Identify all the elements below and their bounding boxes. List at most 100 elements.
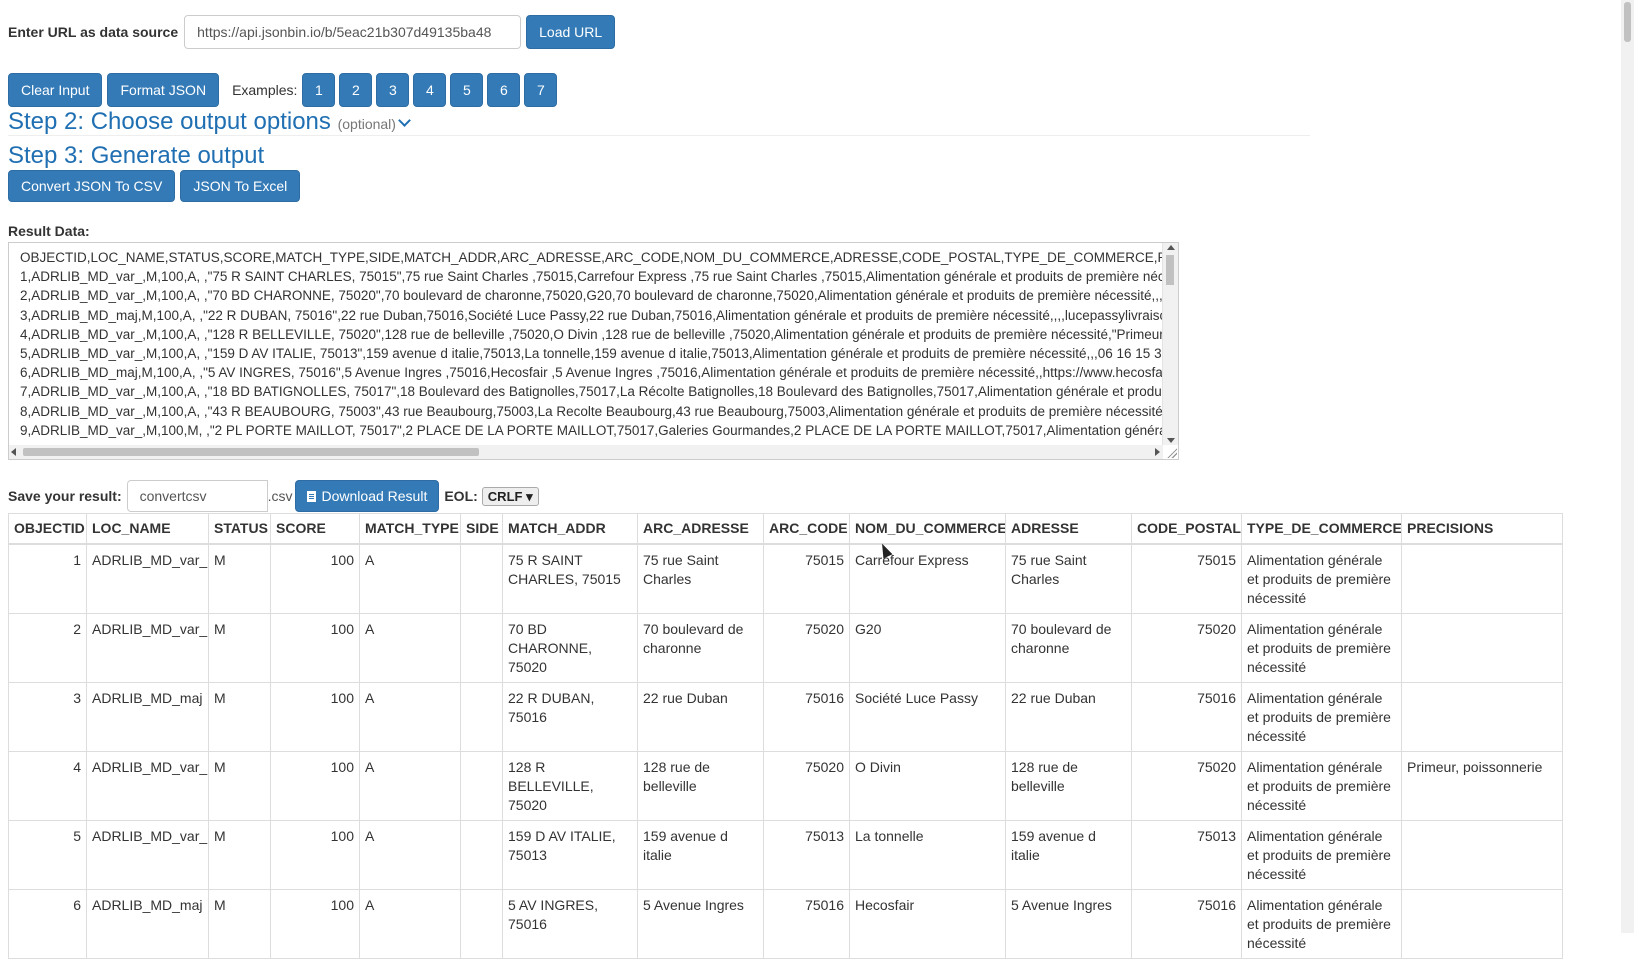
table-cell: ADRLIB_MD_var_ [86,819,209,890]
table-cell [460,612,503,683]
scroll-left-arrow-icon[interactable] [11,448,16,456]
eol-label: EOL: [444,488,478,504]
table-row: 1 ADRLIB_MD_var_ M 100 A 75 R SAINT CHARLES, … [8,543,1563,614]
table-cell [1401,612,1563,683]
table-cell: ADRLIB_MD_maj [86,888,209,959]
examples-label: Examples: [232,82,298,98]
download-result-button[interactable]: Download Result [294,480,440,512]
table-cell: 5 [8,819,87,890]
table-cell: 75013 [763,819,850,890]
column-header: SIDE [460,513,503,545]
page-vertical-scroll-thumb[interactable] [1624,2,1631,42]
table-cell: 3 [8,681,87,752]
table-cell: 75020 [763,750,850,821]
column-header: TYPE_DE_COMMERCE [1241,513,1402,545]
save-result-row: Save your result: convertcsv .csv Downlo… [8,480,539,512]
filename-input[interactable]: convertcsv [126,480,268,512]
table-cell: 100 [270,750,360,821]
file-icon [306,490,316,502]
download-result-label: Download Result [321,488,428,504]
table-cell: 75 R SAINT CHARLES, 75015 [502,543,638,614]
example-button-7[interactable]: 7 [524,73,558,107]
column-header: LOC_NAME [86,513,209,545]
table-cell: 159 D AV ITALIE, 75013 [502,819,638,890]
table-cell [460,750,503,821]
table-header-row: OBJECTID LOC_NAME STATUS SCORE MATCH_TYP… [8,513,1563,545]
scroll-up-arrow-icon[interactable] [1167,245,1175,250]
table-cell: La tonnelle [849,819,1006,890]
table-cell: Alimentation générale et produits de pre… [1241,819,1402,890]
column-header: SCORE [270,513,360,545]
table-cell [460,543,503,614]
table-cell [1401,888,1563,959]
generate-toolbar: Convert JSON To CSV JSON To Excel [8,170,305,202]
format-json-button[interactable]: Format JSON [107,73,220,107]
example-button-1[interactable]: 1 [302,73,336,107]
table-cell: A [359,681,461,752]
table-cell [1401,819,1563,890]
table-cell: 70 boulevard de charonne [637,612,764,683]
example-button-3[interactable]: 3 [376,73,410,107]
table-cell: 159 avenue d italie [637,819,764,890]
table-row: 4 ADRLIB_MD_var_ M 100 A 128 R BELLEVILLE, 75… [8,750,1563,821]
column-header: CODE_POSTAL [1131,513,1242,545]
table-cell: Alimentation générale et produits de pre… [1241,750,1402,821]
result-line: 1,ADRLIB_MD_var_,M,100,A, ,"75 R SAINT C… [20,269,1162,285]
table-cell [460,888,503,959]
result-horizontal-scrollbar[interactable] [9,445,1163,459]
step-divider [8,135,1310,136]
file-extension: .csv [267,488,293,504]
step2-heading[interactable]: Step 2: Choose output options (optional) [8,108,411,136]
table-cell: 5 AV INGRES, 75016 [502,888,638,959]
table-cell: Carrefour Express [849,543,1006,614]
eol-select[interactable]: CRLF ▾ [481,486,539,506]
result-line: 9,ADRLIB_MD_var_,M,100,M, ,"2 PL PORTE M… [20,422,1162,438]
table-cell: 22 rue Duban [1005,681,1132,752]
convert-json-to-csv-button[interactable]: Convert JSON To CSV [8,170,176,202]
table-cell: 100 [270,543,360,614]
column-header: PRECISIONS [1401,513,1563,545]
result-horizontal-scroll-thumb[interactable] [23,448,479,456]
result-textarea[interactable]: OBJECTID,LOC_NAME,STATUS,SCORE,MATCH_TYP… [8,242,1179,460]
table-cell: ADRLIB_MD_maj [86,681,209,752]
table-cell [1401,543,1563,614]
table-cell: 22 R DUBAN, 75016 [502,681,638,752]
table-cell: Hecosfair [849,888,1006,959]
column-header: MATCH_TYPE [359,513,461,545]
step2-optional-note: (optional) [337,116,396,132]
table-cell: ADRLIB_MD_var_ [86,543,209,614]
table-cell: 75015 [1131,543,1242,614]
example-button-2[interactable]: 2 [339,73,373,107]
url-source-label: Enter URL as data source [8,24,179,40]
input-toolbar: Clear Input Format JSON Examples: 1 2 3 … [8,73,561,107]
load-url-button[interactable]: Load URL [526,15,616,49]
page-vertical-scrollbar[interactable] [1621,0,1634,933]
example-button-4[interactable]: 4 [413,73,447,107]
result-line: 6,ADRLIB_MD_maj,M,100,A, ,"5 AV INGRES, … [20,365,1162,381]
table-row: 2 ADRLIB_MD_var_ M 100 A 70 BD CHARONNE, 7502… [8,612,1563,683]
chevron-down-icon[interactable] [398,114,411,127]
json-to-excel-button[interactable]: JSON To Excel [180,170,301,202]
table-cell: O Divin [849,750,1006,821]
result-vertical-scroll-thumb[interactable] [1166,255,1174,285]
scroll-down-arrow-icon[interactable] [1167,438,1175,443]
example-button-5[interactable]: 5 [450,73,484,107]
table-cell: 100 [270,888,360,959]
clear-input-button[interactable]: Clear Input [8,73,103,107]
scroll-right-arrow-icon[interactable] [1155,448,1160,456]
result-line: 7,ADRLIB_MD_var_,M,100,A, ,"18 BD BATIGN… [20,384,1162,400]
url-input[interactable]: https://api.jsonbin.io/b/5eac21b307d4913… [184,15,522,49]
column-header: ARC_CODE [763,513,850,545]
resize-grip-icon[interactable] [1166,447,1177,458]
table-cell: G20 [849,612,1006,683]
table-row: 5 ADRLIB_MD_var_ M 100 A 159 D AV ITALIE, 750… [8,819,1563,890]
table-cell: 75020 [763,612,850,683]
result-vertical-scrollbar[interactable] [1162,243,1178,445]
result-line: 8,ADRLIB_MD_var_,M,100,A, ,"43 R BEAUBOU… [20,403,1162,419]
table-cell: 75020 [1131,612,1242,683]
table-cell: M [208,543,271,614]
result-line: 5,ADRLIB_MD_var_,M,100,A, ,"159 D AV ITA… [20,346,1162,362]
table-cell: 6 [8,888,87,959]
table-cell: A [359,819,461,890]
example-button-6[interactable]: 6 [487,73,521,107]
